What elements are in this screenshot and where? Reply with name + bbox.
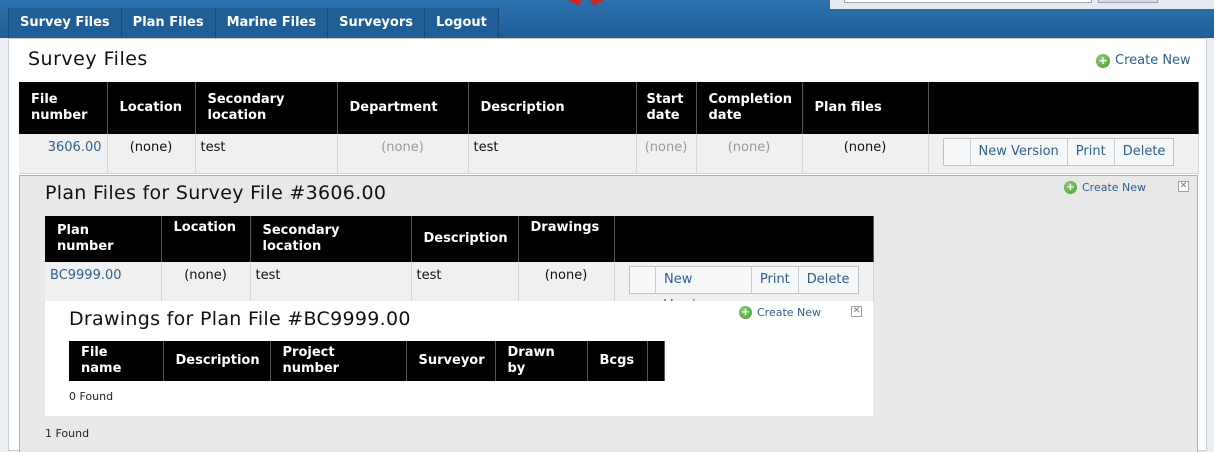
cell-secondary-location: test: [195, 134, 338, 174]
cell-plan-drawings: (none): [518, 262, 615, 302]
plan-new-version-button[interactable]: New Version: [655, 267, 751, 313]
table-row[interactable]: BC9999.00 (none) test test (none) New Ve…: [45, 262, 874, 313]
cell-plan-location: (none): [161, 262, 251, 302]
banner-search-button[interactable]: [1098, 0, 1158, 3]
plus-circle-icon: +: [1064, 181, 1077, 194]
delete-button[interactable]: Delete: [1113, 139, 1174, 165]
nav-marine-files[interactable]: Marine Files: [215, 8, 329, 38]
drawings-create-new-label: Create New: [757, 306, 822, 319]
close-icon[interactable]: ✕: [1178, 181, 1189, 192]
col-plan-drawings[interactable]: Drawings: [518, 216, 615, 262]
col-start-date[interactable]: Start date: [636, 82, 697, 134]
nav-plan-files[interactable]: Plan Files: [121, 8, 216, 38]
cell-plan-secondary-location: test: [250, 262, 412, 302]
survey-row-actions: New Version Print Delete: [942, 138, 1175, 166]
col-file-name[interactable]: File name: [69, 341, 164, 381]
col-surveyor[interactable]: Surveyor: [406, 341, 496, 381]
select-handle[interactable]: [630, 267, 656, 293]
cell-file-number[interactable]: 3606.00: [19, 134, 108, 174]
plan-print-button[interactable]: Print: [750, 267, 798, 293]
col-completion-date[interactable]: Completion date: [696, 82, 803, 134]
col-drawing-actions: [647, 341, 665, 381]
col-file-number[interactable]: File number: [19, 82, 108, 134]
plan-row-actions: New Version Print Delete: [628, 266, 859, 313]
survey-files-panel: Survey Files + Create New File number Lo…: [8, 38, 1207, 452]
nav-surveyors[interactable]: Surveyors: [328, 8, 425, 38]
cell-plan-number[interactable]: BC9999.00: [45, 262, 162, 302]
drawings-create-new-link[interactable]: + Create New: [739, 306, 821, 319]
cell-completion-date: (none): [696, 134, 803, 174]
table-row[interactable]: 3606.00 (none) test (none) test (none) (…: [19, 134, 1199, 174]
plan-create-new-link[interactable]: + Create New: [1064, 181, 1146, 194]
survey-header-row: File number Location Secondary location …: [19, 82, 1199, 134]
plan-files-title: Plan Files for Survey File #3606.00: [45, 182, 387, 204]
close-icon[interactable]: ✕: [851, 306, 862, 317]
cell-start-date: (none): [636, 134, 697, 174]
new-version-button[interactable]: New Version: [969, 139, 1067, 165]
plan-files-table: Plan number Location Secondary location …: [45, 216, 874, 313]
survey-create-new-link[interactable]: + Create New: [1096, 53, 1191, 68]
col-location[interactable]: Location: [107, 82, 196, 134]
col-bcgs[interactable]: Bcgs: [587, 341, 648, 381]
cell-description: test: [468, 134, 637, 174]
col-drawing-description[interactable]: Description: [163, 341, 271, 381]
col-drawn-by[interactable]: Drawn by: [495, 341, 588, 381]
plan-found-count: 1 Found: [45, 427, 90, 440]
nav-survey-files[interactable]: Survey Files: [8, 8, 122, 38]
cell-plan-description: test: [411, 262, 519, 302]
drawings-header-row: File name Description Project number Sur…: [69, 341, 665, 381]
cell-department: (none): [337, 134, 469, 174]
nav-logout[interactable]: Logout: [424, 8, 499, 38]
plus-circle-icon: +: [739, 306, 752, 319]
plan-delete-button[interactable]: Delete: [797, 267, 858, 293]
drawings-title: Drawings for Plan File #BC9999.00: [69, 308, 411, 330]
col-actions: [928, 82, 1199, 134]
col-secondary-location[interactable]: Secondary location: [195, 82, 338, 134]
plan-header-row: Plan number Location Secondary location …: [45, 216, 874, 262]
col-plan-files[interactable]: Plan files: [802, 82, 929, 134]
col-plan-secondary-location[interactable]: Secondary location: [250, 216, 412, 262]
drawings-found-count: 0 Found: [69, 390, 114, 403]
cell-plan-files: (none): [802, 134, 929, 174]
col-plan-description[interactable]: Description: [411, 216, 519, 262]
survey-create-new-label: Create New: [1115, 53, 1191, 68]
select-handle[interactable]: [944, 139, 970, 165]
drawings-subpanel: Drawings for Plan File #BC9999.00 + Crea…: [45, 301, 873, 416]
col-project-number[interactable]: Project number: [270, 341, 407, 381]
col-department[interactable]: Department: [337, 82, 469, 134]
logo-fragment: [568, 0, 604, 6]
cell-location: (none): [107, 134, 196, 174]
col-plan-number[interactable]: Plan number: [45, 216, 162, 262]
cell-actions: New Version Print Delete: [928, 134, 1199, 174]
plan-files-subpanel: Plan Files for Survey File #3606.00 + Cr…: [19, 175, 1198, 452]
page-title: Survey Files: [28, 48, 148, 70]
col-plan-actions: [614, 216, 874, 262]
col-plan-location[interactable]: Location: [161, 216, 251, 262]
plan-create-new-label: Create New: [1082, 181, 1147, 194]
main-nav: Survey Files Plan Files Marine Files Sur…: [8, 8, 499, 38]
plus-circle-icon: +: [1096, 53, 1110, 68]
survey-files-table: File number Location Secondary location …: [19, 82, 1199, 174]
col-description[interactable]: Description: [468, 82, 637, 134]
print-button[interactable]: Print: [1066, 139, 1114, 165]
drawings-table: File name Description Project number Sur…: [69, 341, 665, 381]
banner-search-input[interactable]: [844, 0, 1092, 3]
cell-plan-actions: New Version Print Delete: [614, 262, 874, 313]
